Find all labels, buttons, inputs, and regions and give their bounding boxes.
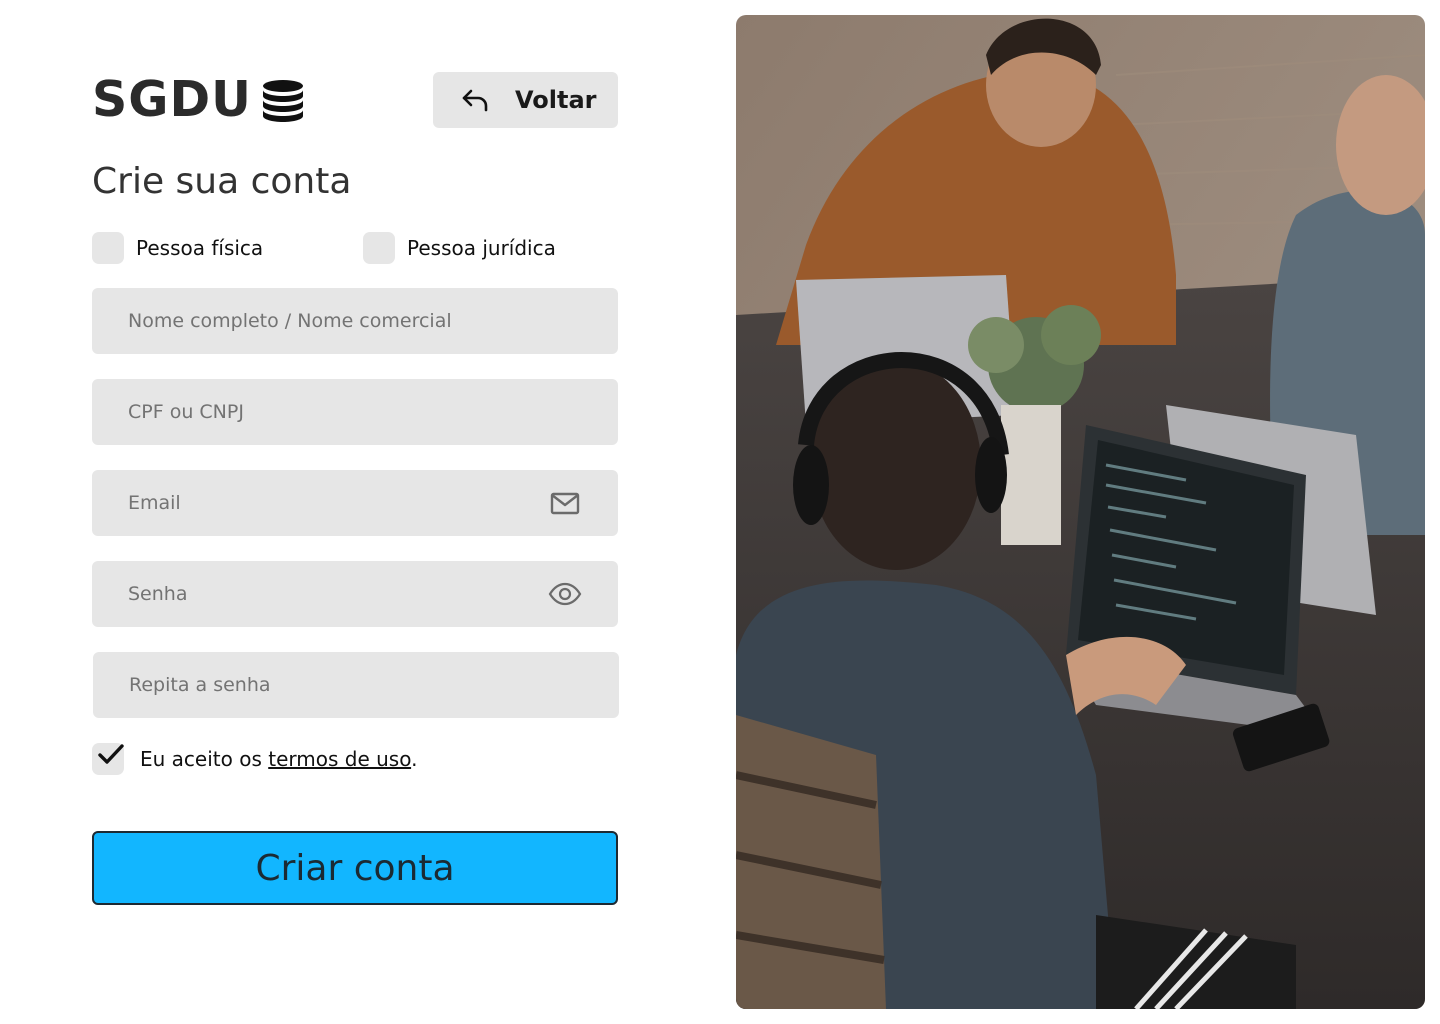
terms-suffix: .	[411, 747, 418, 771]
pessoa-juridica-label: Pessoa jurídica	[407, 236, 556, 260]
terms-checkbox[interactable]	[92, 743, 124, 775]
back-button-label: Voltar	[515, 86, 597, 114]
back-button[interactable]: Voltar	[433, 72, 618, 128]
name-field[interactable]	[92, 288, 618, 354]
password-repeat-input[interactable]	[129, 674, 583, 696]
create-account-button[interactable]: Criar conta	[92, 831, 618, 905]
document-input[interactable]	[128, 401, 582, 423]
undo-arrow-icon	[462, 89, 488, 112]
photo-image	[736, 15, 1425, 1009]
document-field[interactable]	[92, 379, 618, 445]
terms-text: Eu aceito os termos de uso.	[140, 747, 417, 771]
brand-title: SGDU	[92, 71, 252, 128]
terms-prefix: Eu aceito os	[140, 747, 269, 771]
pessoa-fisica-label: Pessoa física	[136, 236, 264, 260]
email-field[interactable]	[92, 470, 618, 536]
form-heading: Crie sua conta	[92, 161, 352, 202]
database-icon	[263, 80, 303, 122]
name-input[interactable]	[128, 310, 582, 332]
pessoa-fisica-option[interactable]: Pessoa física	[92, 232, 263, 264]
password-input[interactable]	[128, 583, 538, 605]
eye-icon[interactable]	[548, 577, 582, 611]
password-field[interactable]	[92, 561, 618, 627]
pessoa-juridica-option[interactable]: Pessoa jurídica	[363, 232, 556, 264]
hero-photo	[736, 15, 1425, 1009]
terms-link[interactable]: termos de uso	[268, 747, 411, 771]
email-input[interactable]	[128, 492, 538, 514]
password-repeat-field[interactable]	[93, 652, 619, 718]
terms-row: Eu aceito os termos de uso.	[92, 743, 417, 775]
pessoa-fisica-checkbox[interactable]	[92, 232, 124, 264]
checkmark-icon	[98, 744, 124, 764]
mail-icon	[550, 492, 580, 515]
pessoa-juridica-checkbox[interactable]	[363, 232, 395, 264]
